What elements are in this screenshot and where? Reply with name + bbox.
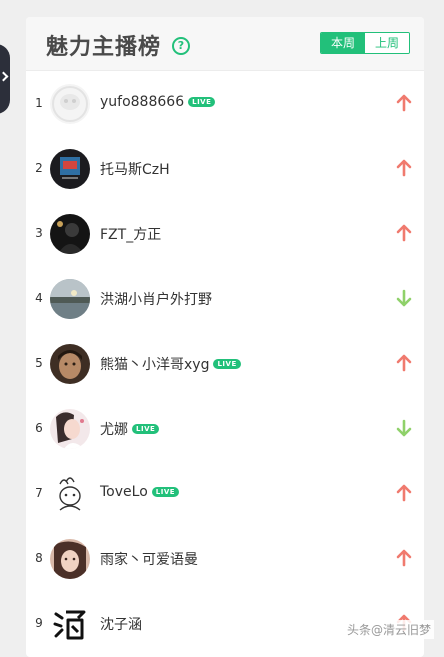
rank-number: 9 [35,616,43,630]
streamer-name[interactable]: 雨家丶可爱语曼 [100,549,198,569]
avatar[interactable] [50,539,90,579]
panel-header: 魅力主播榜 ? 本周 上周 [26,17,424,71]
streamer-name[interactable]: yufo888666 LIVE [100,94,216,110]
list-item[interactable]: 3 FZT_方正 [26,201,424,266]
arrow-up-icon [396,484,412,502]
week-tabs: 本周 上周 [320,32,410,54]
streamer-name-text: 沈子涵 [100,617,142,633]
avatar[interactable] [50,84,90,124]
avatar[interactable] [50,344,90,384]
live-badge: LIVE [132,424,160,434]
rank-number: 1 [35,96,43,110]
rank-number: 6 [35,421,43,435]
rank-number: 4 [35,291,43,305]
avatar[interactable] [50,149,90,189]
list-item[interactable]: 6 尤娜 LIVE [26,396,424,461]
list-item[interactable]: 7 ToveLo LIVE [26,461,424,526]
avatar[interactable] [50,474,90,514]
streamer-name[interactable]: 沈子涵 [100,614,142,634]
arrow-up-icon [396,549,412,567]
streamer-name-text: FZT_方正 [100,227,162,243]
watermark: 头条@清云旧梦 [343,620,434,639]
arrow-down-icon [396,289,412,307]
list-item[interactable]: 8 雨家丶可爱语曼 [26,526,424,591]
streamer-name-text: 雨家丶可爱语曼 [100,552,198,568]
streamer-name-text: 托马斯CzH [100,162,170,178]
streamer-name[interactable]: ToveLo LIVE [100,484,180,500]
avatar[interactable] [50,409,90,449]
ranking-panel: 魅力主播榜 ? 本周 上周 1 yufo888666 LIVE 2 托马斯CzH… [26,17,424,657]
arrow-up-icon [396,354,412,372]
streamer-name[interactable]: 洪湖小肖户外打野 [100,289,212,309]
rank-number: 8 [35,551,43,565]
avatar[interactable] [50,214,90,254]
rank-number: 3 [35,226,43,240]
streamer-name[interactable]: 托马斯CzH [100,159,170,179]
streamer-name-text: yufo888666 [100,94,185,110]
rank-number: 5 [35,356,43,370]
tab-last-week[interactable]: 上周 [365,33,409,53]
question-circle-icon[interactable]: ? [172,37,190,55]
list-item[interactable]: 5 熊猫丶小洋哥xyg LIVE [26,331,424,396]
list-item[interactable]: 4 洪湖小肖户外打野 [26,266,424,331]
chevron-right-icon [0,71,9,82]
streamer-name-text: 尤娜 [100,422,128,438]
rank-number: 2 [35,161,43,175]
avatar[interactable] [50,604,90,644]
arrow-up-icon [396,94,412,112]
streamer-name[interactable]: 尤娜 LIVE [100,419,160,439]
tab-this-week[interactable]: 本周 [321,33,365,53]
live-badge: LIVE [151,487,180,497]
arrow-down-icon [396,419,412,437]
live-badge: LIVE [213,359,241,369]
list-item[interactable]: 2 托马斯CzH [26,136,424,201]
arrow-up-icon [396,159,412,177]
side-expand-tab[interactable] [0,44,10,114]
streamer-name-text: 熊猫丶小洋哥xyg [100,357,210,373]
streamer-name-text: ToveLo [100,484,148,500]
streamer-name-text: 洪湖小肖户外打野 [100,292,212,308]
live-badge: LIVE [188,97,216,107]
streamer-name[interactable]: FZT_方正 [100,224,161,244]
list-item[interactable]: 1 yufo888666 LIVE [26,71,424,136]
page-title: 魅力主播榜 [46,35,162,60]
streamer-name[interactable]: 熊猫丶小洋哥xyg LIVE [100,354,241,374]
arrow-up-icon [396,224,412,242]
rank-number: 7 [35,486,43,500]
ranking-list: 1 yufo888666 LIVE 2 托马斯CzH 3 FZT_方正 4 洪湖… [26,71,424,656]
avatar[interactable] [50,279,90,319]
